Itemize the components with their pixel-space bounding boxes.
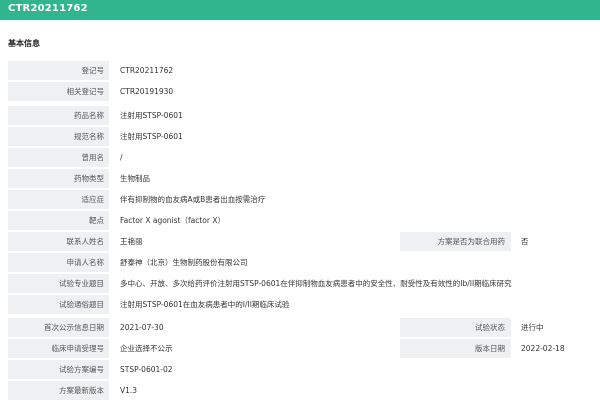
field-value: 注射用STSP-0601 [111,127,593,146]
field-value: V1.3 [111,381,593,400]
field-label: 方案最新版本 [8,381,109,400]
popular-title-row: 试验通俗题目 注射用STSP-0601在血友病患者中的I/II期临床试验 [8,295,593,314]
field-label: 登记号 [8,61,109,80]
header-bar: CTR20211762 [0,0,600,20]
field-label: 联系人姓名 [8,232,109,251]
field-label: 规范名称 [8,127,109,146]
field-label: 相关登记号 [8,82,109,101]
standard-name-row: 规范名称 注射用STSP-0601 [8,127,593,146]
field-value: STSP-0601-02 [111,360,593,379]
field-value: 多中心、开放、多次给药评价注射用STSP-0601在伴抑制物血友病患者中的安全性… [111,274,593,293]
registration-group: 登记号 CTR20211762 相关登记号 CTR20191930 [8,61,593,103]
field-value: / [111,148,593,167]
field-label: 申请人名称 [8,253,109,272]
field-label: 试验状态 [400,318,511,337]
field-value: 王艳丽 [111,232,397,251]
field-value: 舒泰神（北京）生物制药股份有限公司 [111,253,593,272]
page-title: CTR20211762 [8,3,88,14]
field-label: 方案是否为联合用药 [400,232,511,251]
contact-group: 联系人姓名 王艳丽 方案是否为联合用药 否 申请人名称 舒泰神（北京）生物制药股… [8,232,593,316]
field-label: 靶点 [8,211,109,230]
contact-name-row: 联系人姓名 王艳丽 方案是否为联合用药 否 [8,232,593,251]
status-group: 首次公示信息日期 2021-07-30 试验状态 进行中 临床申请受理号 企业选… [8,318,593,402]
status-badge: 进行中 [513,318,593,337]
registration-number-row: 登记号 CTR20211762 [8,61,593,80]
drug-type-row: 药物类型 生物制品 [8,169,593,188]
field-label: 试验通俗题目 [8,295,109,314]
indication-row: 适应症 伴有抑制物的血友病A或B患者出血按需治疗 [8,190,593,209]
section-title: 基本信息 [8,39,40,48]
protocol-version-row: 方案最新版本 V1.3 [8,381,593,400]
field-value: Factor X agonist（factor X） [111,211,593,230]
field-value: 否 [513,232,593,251]
field-value: 企业选择不公示 [111,339,397,358]
field-label: 临床申请受理号 [8,339,109,358]
field-value: 生物制品 [111,169,593,188]
professional-title-row: 试验专业题目 多中心、开放、多次给药评价注射用STSP-0601在伴抑制物血友病… [8,274,593,293]
field-label: 适应症 [8,190,109,209]
field-value: 注射用STSP-0601在血友病患者中的I/II期临床试验 [111,295,593,314]
field-label: 首次公示信息日期 [8,318,109,337]
first-publication-row: 首次公示信息日期 2021-07-30 试验状态 进行中 [8,318,593,337]
field-value: CTR20191930 [111,82,593,101]
applicant-row: 申请人名称 舒泰神（北京）生物制药股份有限公司 [8,253,593,272]
field-value: 注射用STSP-0601 [111,106,593,125]
field-label: 药品名称 [8,106,109,125]
field-value: 伴有抑制物的血友病A或B患者出血按需治疗 [111,190,593,209]
target-row: 靶点 Factor X agonist（factor X） [8,211,593,230]
related-registration-row: 相关登记号 CTR20191930 [8,82,593,101]
drug-name-row: 药品名称 注射用STSP-0601 [8,106,593,125]
drug-info-group: 药品名称 注射用STSP-0601 规范名称 注射用STSP-0601 曾用名 … [8,106,593,232]
field-value: 2022-02-18 [513,339,593,358]
field-value: 2021-07-30 [111,318,397,337]
acceptance-row: 临床申请受理号 企业选择不公示 版本日期 2022-02-18 [8,339,593,358]
protocol-number-row: 试验方案编号 STSP-0601-02 [8,360,593,379]
field-label: 药物类型 [8,169,109,188]
field-label: 版本日期 [400,339,511,358]
field-label: 试验方案编号 [8,360,109,379]
field-label: 试验专业题目 [8,274,109,293]
field-value: CTR20211762 [111,61,593,80]
field-label: 曾用名 [8,148,109,167]
former-name-row: 曾用名 / [8,148,593,167]
